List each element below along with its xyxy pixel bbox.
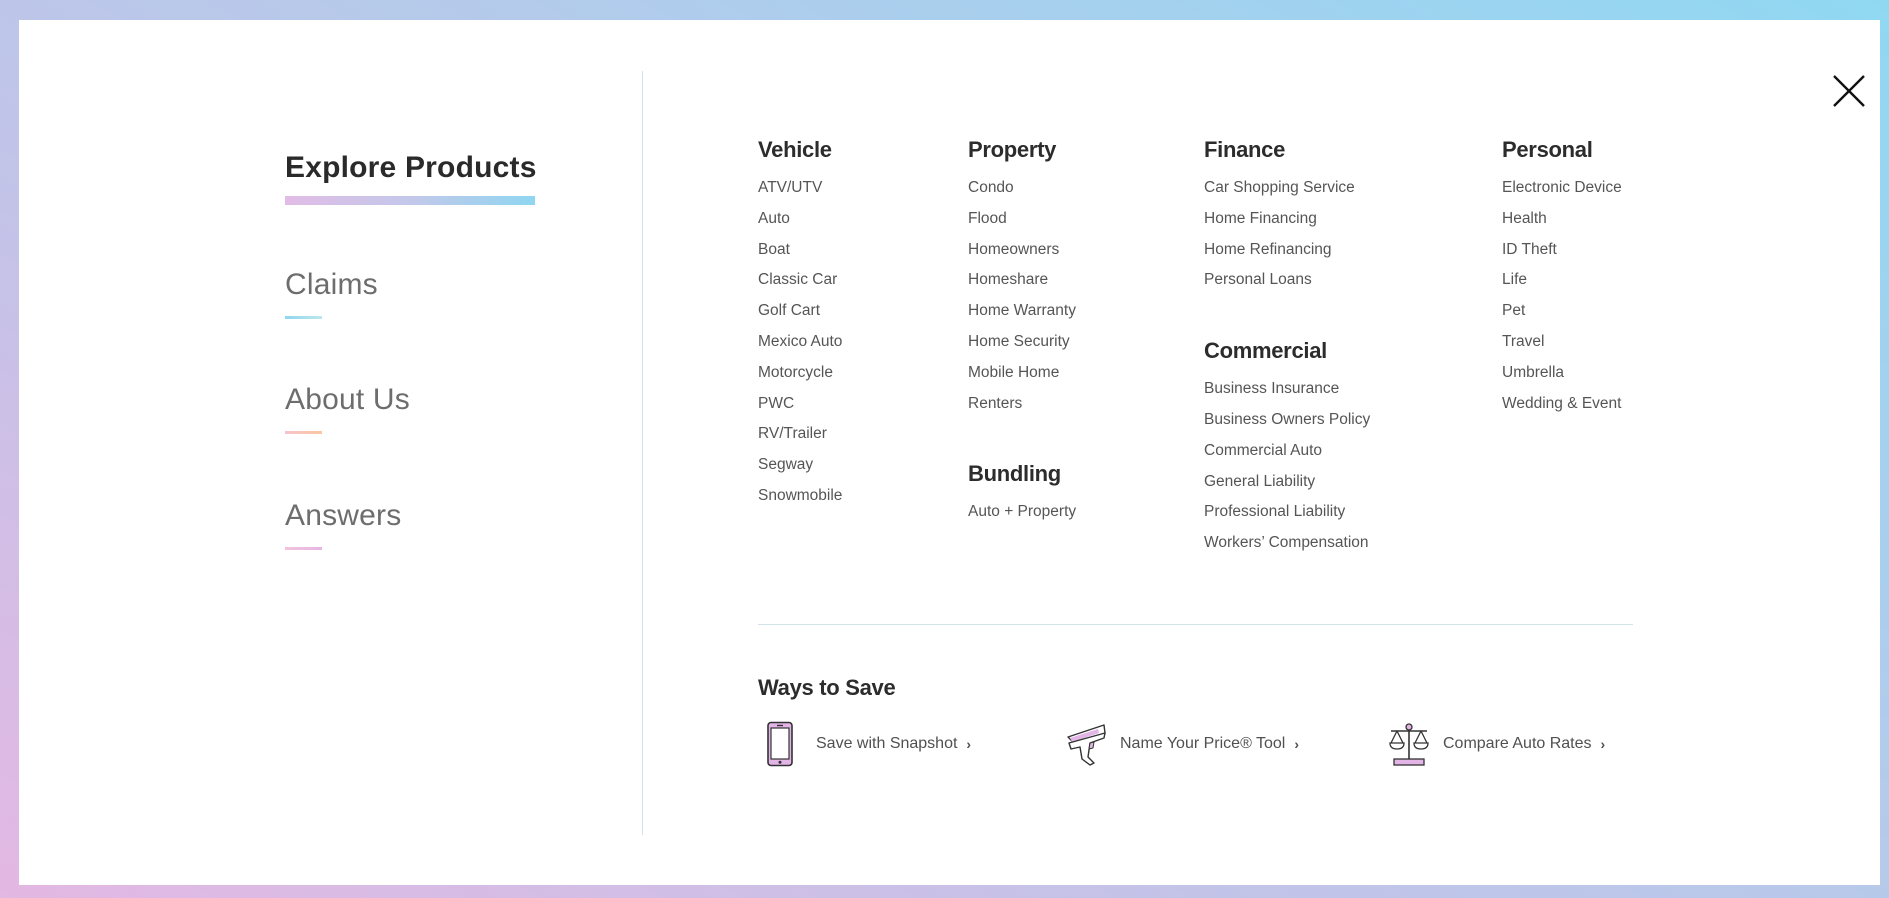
column-personal: Personal Electronic Device Health ID Theft… xyxy=(1502,135,1622,423)
group-finance: Finance Car Shopping Service Home Financi… xyxy=(1204,135,1370,300)
group-title-vehicle: Vehicle xyxy=(758,137,832,162)
product-link[interactable]: Golf Cart xyxy=(758,300,842,331)
chevron-right-icon: › xyxy=(1600,736,1606,752)
group-commercial: Commercial Business Insurance Business Ow… xyxy=(1204,336,1370,563)
product-link[interactable]: Auto + Property xyxy=(968,501,1076,532)
product-link[interactable]: Business Insurance xyxy=(1204,378,1370,409)
group-bundling: Bundling Auto + Property xyxy=(968,459,1076,532)
product-link[interactable]: Condo xyxy=(968,177,1076,208)
close-button[interactable] xyxy=(1831,73,1867,109)
nav-underline xyxy=(285,547,322,550)
product-link[interactable]: Electronic Device xyxy=(1502,177,1622,208)
chevron-right-icon: › xyxy=(966,736,972,752)
product-link[interactable]: Home Refinancing xyxy=(1204,239,1370,270)
scale-icon xyxy=(1387,721,1431,767)
group-title-commercial: Commercial xyxy=(1204,338,1327,364)
bundling-links: Auto + Property xyxy=(968,501,1076,532)
nav-label: Answers xyxy=(285,499,402,532)
product-link[interactable]: ID Theft xyxy=(1502,239,1622,270)
column-finance: Finance Car Shopping Service Home Financi… xyxy=(1204,135,1370,563)
compare-auto-rates-link[interactable]: Compare Auto Rates › xyxy=(1387,721,1605,767)
property-links: Condo Flood Homeowners Homeshare Home Warran… xyxy=(968,177,1076,423)
product-link[interactable]: Homeowners xyxy=(968,239,1076,270)
group-title-bundling: Bundling xyxy=(968,461,1061,487)
product-link[interactable]: Home Warranty xyxy=(968,300,1076,331)
chevron-right-icon: › xyxy=(1294,736,1300,752)
vehicle-links: ATV/UTV Auto Boat Classic Car Golf Cart Mexic… xyxy=(758,177,842,516)
personal-links: Electronic Device Health ID Theft Life Pet Tr… xyxy=(1502,177,1622,423)
product-link[interactable]: Workers’ Compensation xyxy=(1204,532,1370,563)
nav-claims[interactable]: Claims xyxy=(285,268,378,319)
nav-label: About Us xyxy=(285,383,410,416)
product-link[interactable]: Flood xyxy=(968,208,1076,239)
product-link[interactable]: Travel xyxy=(1502,331,1622,362)
nav-underline xyxy=(285,316,322,319)
product-link[interactable]: Renters xyxy=(968,393,1076,424)
finance-links: Car Shopping Service Home Financing Home R… xyxy=(1204,177,1370,300)
group-personal: Personal Electronic Device Health ID Theft… xyxy=(1502,135,1622,423)
group-title-property: Property xyxy=(968,137,1057,162)
products-menu-panel: Explore Products Claims About Us Answers… xyxy=(19,20,1880,885)
product-link[interactable]: Car Shopping Service xyxy=(1204,177,1370,208)
product-link[interactable]: RV/Trailer xyxy=(758,423,842,454)
price-gun-icon xyxy=(1064,721,1108,767)
product-link[interactable]: Auto xyxy=(758,208,842,239)
nav-about-us[interactable]: About Us xyxy=(285,383,410,434)
product-link[interactable]: Pet xyxy=(1502,300,1622,331)
product-link[interactable]: Motorcycle xyxy=(758,362,842,393)
save-item-label: Compare Auto Rates xyxy=(1443,735,1592,752)
product-link[interactable]: Boat xyxy=(758,239,842,270)
product-link[interactable]: Homeshare xyxy=(968,269,1076,300)
nav-answers[interactable]: Answers xyxy=(285,499,401,550)
product-link[interactable]: Health xyxy=(1502,208,1622,239)
product-link[interactable]: Snowmobile xyxy=(758,485,842,516)
product-link[interactable]: Home Financing xyxy=(1204,208,1370,239)
phone-icon xyxy=(760,721,804,767)
product-link[interactable]: Home Security xyxy=(968,331,1076,362)
product-link[interactable]: ATV/UTV xyxy=(758,177,842,208)
save-with-snapshot-link[interactable]: Save with Snapshot › xyxy=(760,721,971,767)
product-link[interactable]: PWC xyxy=(758,393,842,424)
ways-to-save-title: Ways to Save xyxy=(758,675,896,700)
commercial-links: Business Insurance Business Owners Policy… xyxy=(1204,378,1370,563)
column-vehicle: Vehicle ATV/UTV Auto Boat Classic Car Golf C… xyxy=(758,135,842,516)
nav-underline xyxy=(285,431,322,434)
product-link[interactable]: Personal Loans xyxy=(1204,269,1370,300)
product-link[interactable]: Segway xyxy=(758,454,842,485)
name-your-price-tool-link[interactable]: Name Your Price® Tool › xyxy=(1064,721,1299,767)
product-link[interactable]: Classic Car xyxy=(758,269,842,300)
column-property: Property Condo Flood Homeowners Homeshare Ho… xyxy=(968,135,1076,532)
close-icon xyxy=(1833,75,1865,107)
product-link[interactable]: Life xyxy=(1502,269,1622,300)
save-item-label: Name Your Price® Tool xyxy=(1120,735,1286,752)
group-vehicle: Vehicle ATV/UTV Auto Boat Classic Car Golf C… xyxy=(758,135,842,516)
group-title-personal: Personal xyxy=(1502,137,1593,162)
nav-label: Claims xyxy=(285,268,378,301)
nav-label: Explore Products xyxy=(285,151,537,184)
horizontal-divider xyxy=(758,624,1633,625)
nav-underline-gradient xyxy=(285,196,535,205)
group-title-finance: Finance xyxy=(1204,137,1286,162)
product-link[interactable]: Business Owners Policy xyxy=(1204,409,1370,440)
vertical-divider xyxy=(642,71,643,835)
product-link[interactable]: Commercial Auto xyxy=(1204,440,1370,471)
group-property: Property Condo Flood Homeowners Homeshare Ho… xyxy=(968,135,1076,423)
product-link[interactable]: Umbrella xyxy=(1502,362,1622,393)
product-link[interactable]: Mexico Auto xyxy=(758,331,842,362)
product-link[interactable]: Professional Liability xyxy=(1204,501,1370,532)
nav-explore-products[interactable]: Explore Products xyxy=(285,151,537,205)
product-link[interactable]: General Liability xyxy=(1204,471,1370,502)
save-item-label: Save with Snapshot xyxy=(816,735,958,752)
product-link[interactable]: Wedding & Event xyxy=(1502,393,1622,424)
product-link[interactable]: Mobile Home xyxy=(968,362,1076,393)
